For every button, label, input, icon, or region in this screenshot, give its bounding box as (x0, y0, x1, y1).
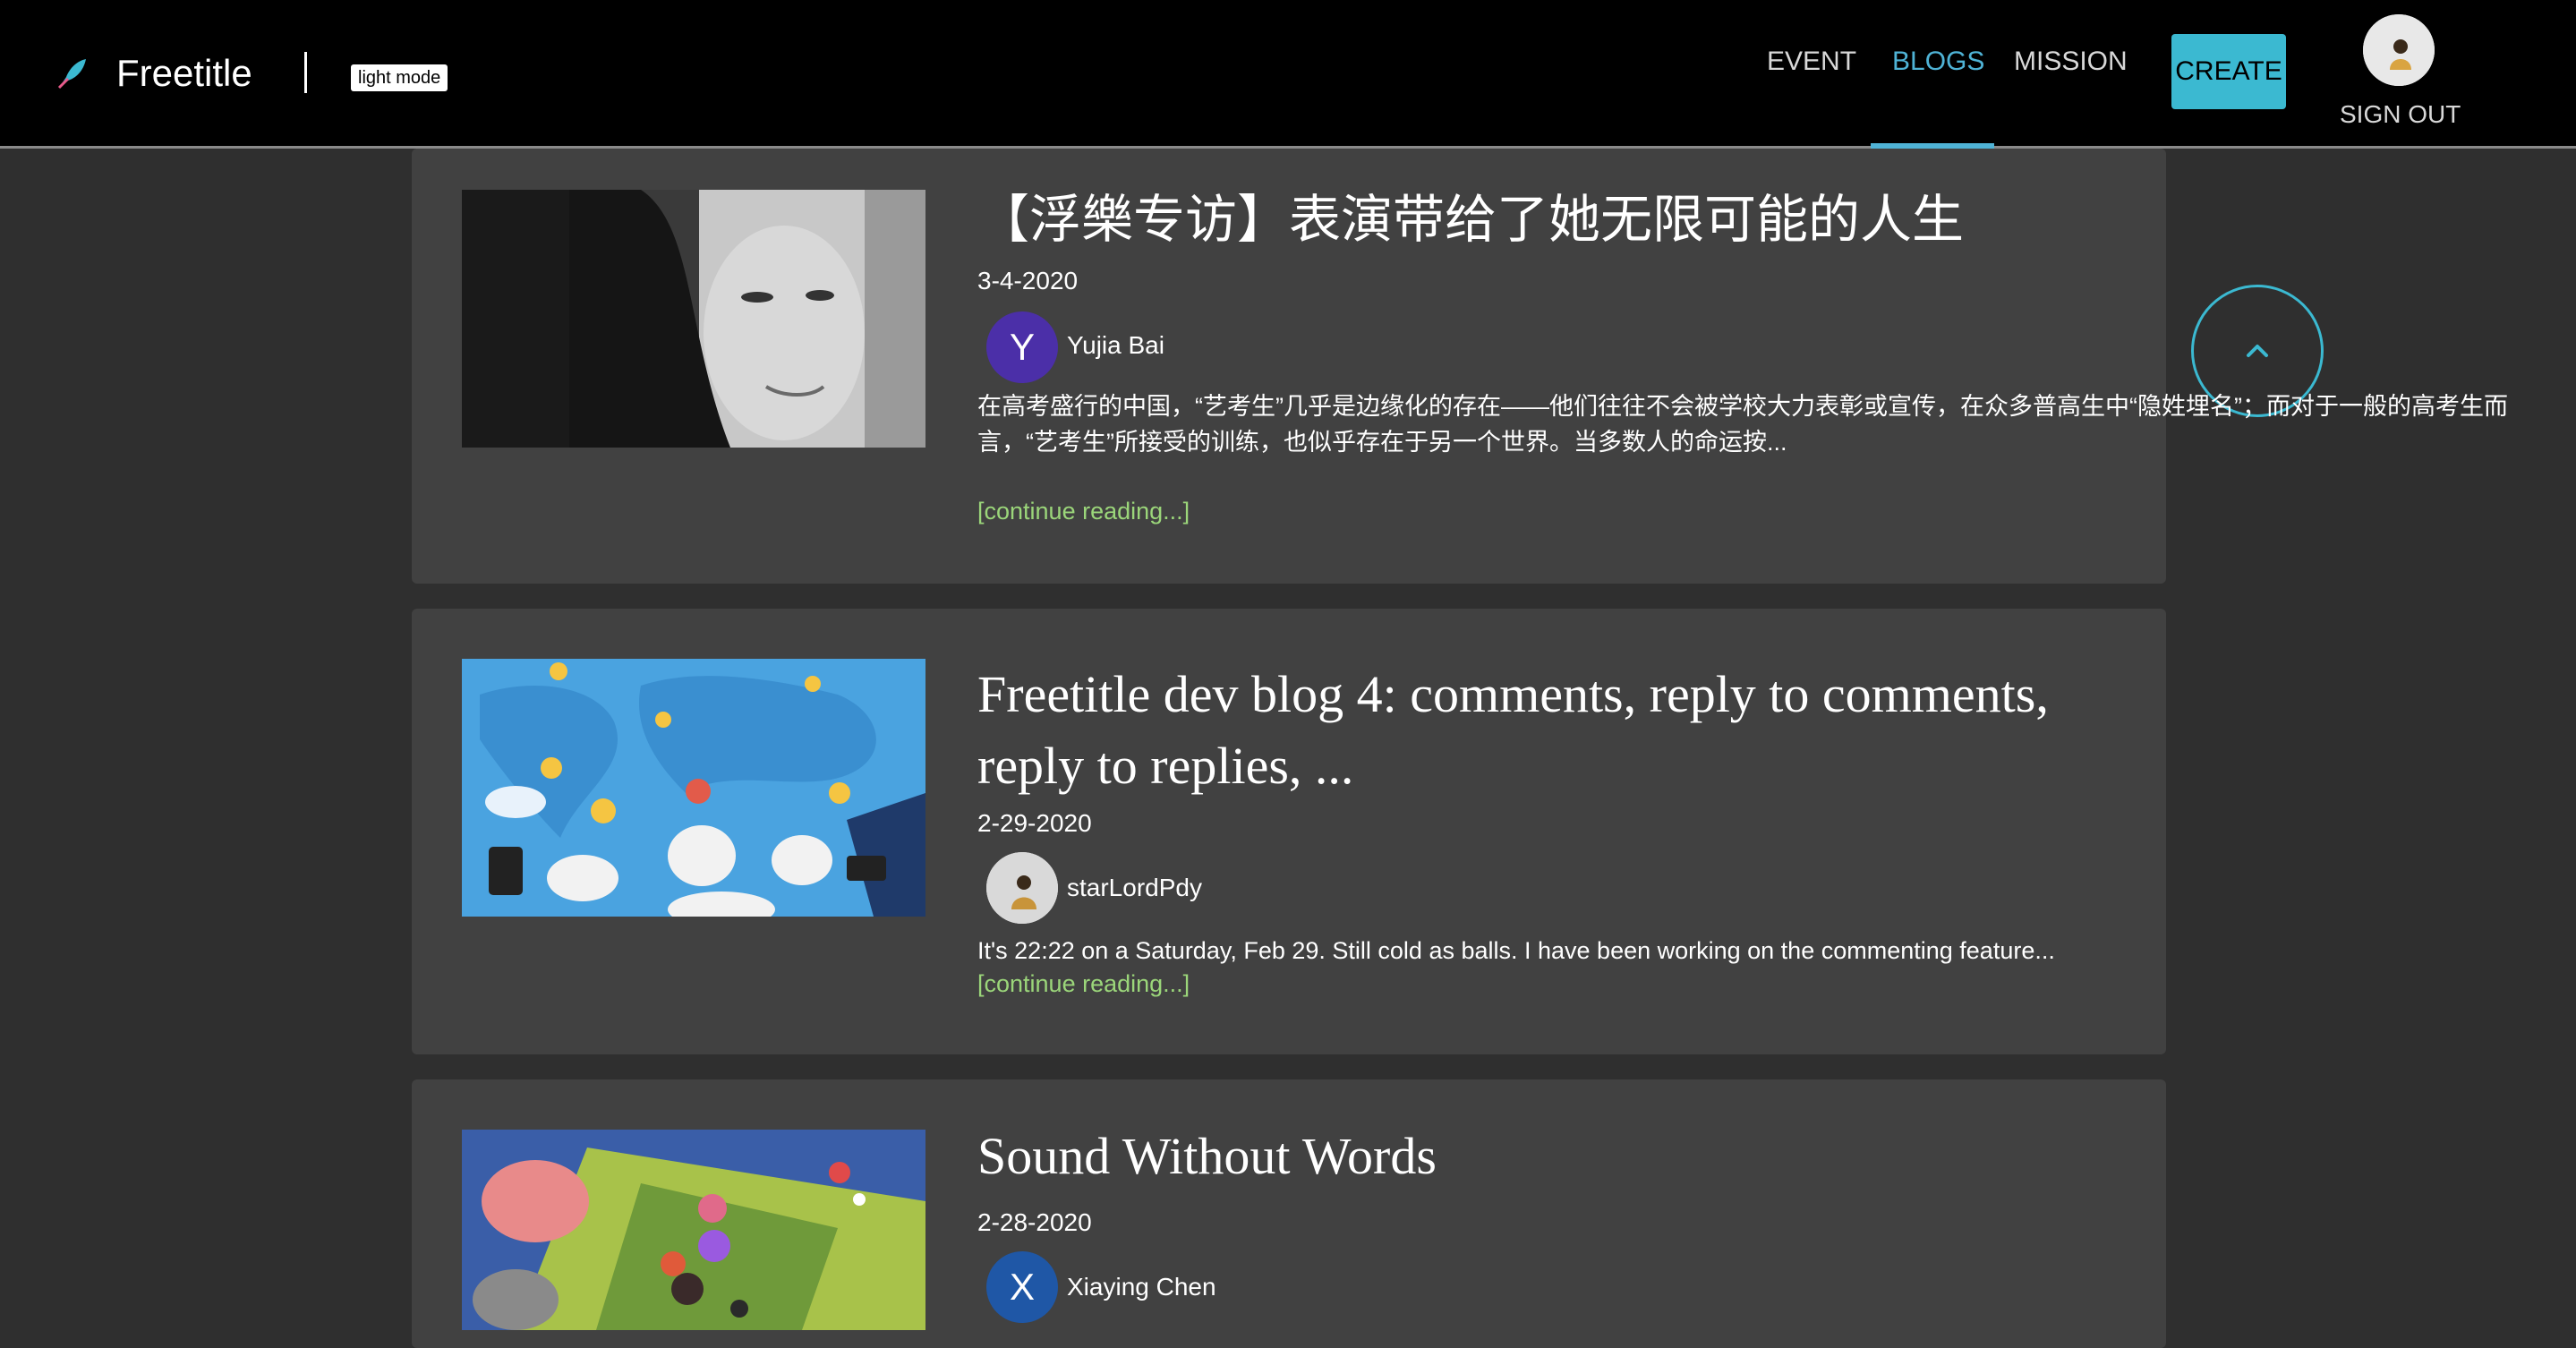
portrait-image-icon (462, 190, 925, 448)
world-map-image-icon (462, 659, 925, 917)
post-thumbnail-world-map[interactable] (462, 659, 925, 917)
nav-mission[interactable]: MISSION (2014, 47, 2128, 77)
feather-logo-icon (57, 59, 86, 90)
author-avatar-icon (986, 852, 1058, 924)
brand[interactable]: Freetitle (54, 47, 252, 100)
lowpoly-scene-image-icon (462, 1130, 925, 1330)
continue-reading-link[interactable]: [continue reading...] (977, 498, 1190, 525)
light-mode-toggle[interactable]: light mode (351, 64, 448, 91)
post-thumbnail-lowpoly[interactable] (462, 1130, 925, 1330)
top-nav-bar: Freetitle light mode EVENT BLOGS MISSION… (0, 0, 2576, 149)
post-date: 3-4-2020 (977, 267, 1079, 294)
post-title[interactable]: Freetitle dev blog 4: comments, reply to… (977, 659, 2096, 802)
blog-card: Freetitle dev blog 4: comments, reply to… (412, 609, 2166, 1054)
post-date: 2-28-2020 (977, 1208, 1092, 1236)
header-divider (304, 52, 307, 93)
post-title[interactable]: Sound Without Words (977, 1121, 2096, 1192)
blog-card: Sound Without Words 2-28-2020 X Xiaying … (412, 1079, 2166, 1348)
post-excerpt: 在高考盛行的中国，“艺考生”几乎是边缘化的存在——他们往往不会被学校大力表彰或宣… (977, 393, 2508, 456)
post-excerpt: It's 22:22 on a Saturday, Feb 29. Still … (977, 937, 2055, 964)
author-avatar[interactable] (986, 852, 1058, 924)
user-avatar[interactable] (2363, 14, 2435, 86)
author-avatar[interactable]: Y (986, 311, 1058, 383)
author-avatar[interactable]: X (986, 1251, 1058, 1323)
author-name[interactable]: starLordPdy (1067, 874, 1202, 902)
post-thumbnail-portrait[interactable] (462, 190, 925, 448)
sign-out-link[interactable]: SIGN OUT (2340, 100, 2461, 129)
author-name[interactable]: Yujia Bai (1067, 331, 1164, 360)
nav-event[interactable]: EVENT (1767, 47, 1856, 77)
author-name[interactable]: Xiaying Chen (1067, 1273, 1216, 1301)
blog-card: 【浮樂专访】表演带给了她无限可能的人生 3-4-2020 Y Yujia Bai… (412, 149, 2508, 584)
user-avatar-icon (2363, 14, 2435, 86)
continue-reading-link[interactable]: [continue reading...] (977, 970, 1190, 998)
nav-blogs[interactable]: BLOGS (1892, 47, 1984, 77)
brand-name: Freetitle (116, 52, 252, 94)
post-date: 2-29-2020 (977, 809, 1092, 837)
post-title[interactable]: 【浮樂专访】表演带给了她无限可能的人生 (977, 184, 2096, 256)
create-button[interactable]: CREATE (2171, 34, 2286, 109)
